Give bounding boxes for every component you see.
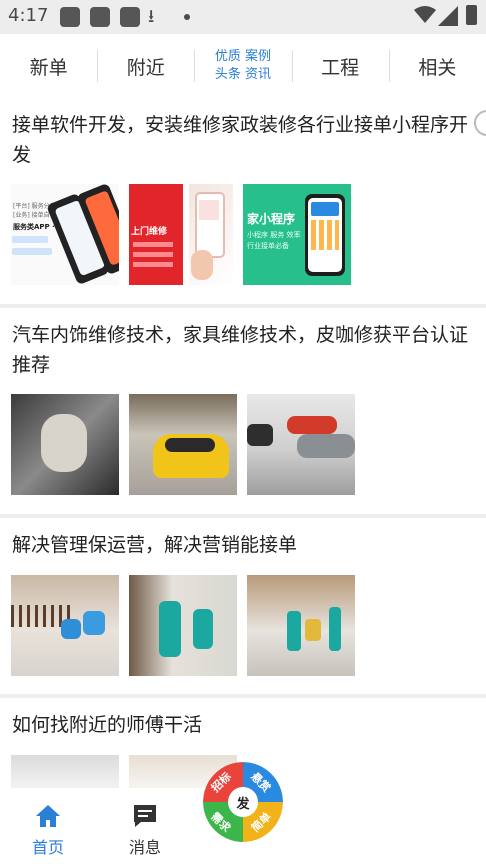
post-image[interactable]: 家小程序 小程序 服务 效率 行业接单必备 (243, 184, 351, 285)
tab-projects[interactable]: 工程 (291, 34, 389, 98)
post-image[interactable]: 上门维修 (129, 184, 183, 285)
status-bar: 4:17 ⭳ (0, 0, 486, 34)
notification-icon (90, 7, 110, 27)
tab-featured-news[interactable]: 优质 案例 头条 资讯 (194, 34, 291, 98)
nav-home[interactable]: 首页 (0, 788, 96, 864)
nav-messages[interactable]: 消息 (97, 788, 193, 864)
wifi-icon (414, 6, 436, 23)
message-icon (134, 805, 156, 827)
post-image[interactable] (11, 394, 119, 495)
post-title: 解决管理保运营，解决营销能接单 (12, 534, 298, 556)
thumb-caption: 家小程序 (247, 212, 296, 226)
nav-messages-label: 消息 (128, 838, 161, 857)
post-title: 接单软件开发，安装维修家政装修各行业接单小程序开发 (12, 114, 469, 166)
tab-nearby[interactable]: 附近 (97, 34, 194, 98)
post-image[interactable] (129, 575, 237, 676)
post-image[interactable] (247, 394, 355, 495)
post-image[interactable] (129, 394, 237, 495)
post-title: 如何找附近的师傅干活 (12, 714, 203, 736)
signal-icon (438, 6, 458, 26)
tab-featured-line1: 优质 案例 (214, 49, 272, 64)
more-notifications-icon (184, 14, 190, 20)
download-icon: ⭳ (148, 6, 155, 27)
post-image[interactable] (11, 575, 119, 676)
category-tabs: 新单 附近 优质 案例 头条 资讯 工程 相关 (0, 34, 486, 98)
post-title: 汽车内饰维修技术，家具维修技术，皮咖修获平台认证推荐 (12, 324, 469, 376)
thumb-caption: 上门维修 (131, 227, 168, 237)
post-image[interactable] (11, 755, 119, 788)
status-time: 4:17 (8, 5, 49, 26)
post-image[interactable]: [平台] 服务分类 [业务] 接单自营 服务类APP · 小程序 (11, 184, 119, 285)
tab-related[interactable]: 相关 (388, 34, 486, 98)
tab-new-orders[interactable]: 新单 (0, 34, 97, 98)
notification-icon (60, 7, 80, 27)
post-card[interactable]: 接单软件开发，安装维修家政装修各行业接单小程序开发 [平台] 服务分类 [业务]… (0, 98, 486, 304)
scroll-handle (474, 110, 486, 136)
battery-icon (466, 5, 477, 25)
post-card[interactable]: 解决管理保运营，解决营销能接单 (0, 518, 486, 694)
post-card[interactable]: 汽车内饰维修技术，家具维修技术，皮咖修获平台认证推荐 (0, 308, 486, 514)
post-image[interactable] (189, 184, 233, 285)
thumb-caption: 小程序 服务 效率 行业接单必备 (247, 231, 301, 250)
publish-center-label[interactable]: 发 (228, 787, 258, 817)
notification-icon (120, 7, 140, 27)
home-icon (36, 805, 60, 827)
post-image[interactable] (247, 575, 355, 676)
tab-featured-line2: 头条 资讯 (214, 67, 272, 82)
nav-home-label: 首页 (31, 838, 64, 857)
